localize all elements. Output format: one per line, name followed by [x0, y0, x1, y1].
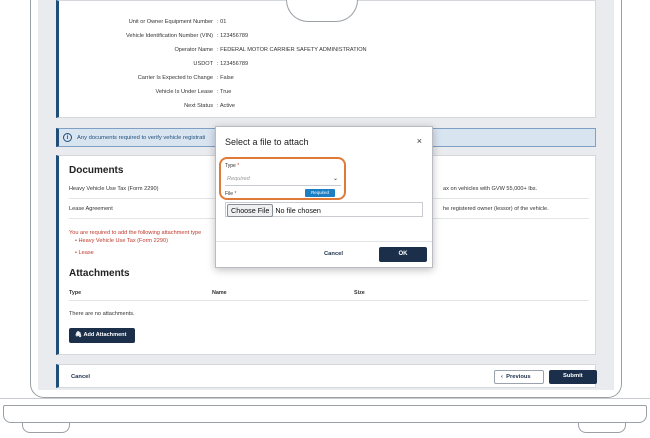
required-attachments-warning: You are required to add the following at… — [69, 230, 202, 236]
form-footer: Cancel ‹ Previous Submit — [56, 364, 597, 388]
cancel-button[interactable]: Cancel — [71, 374, 90, 380]
chevron-left-icon: ‹ — [501, 374, 503, 380]
choose-file-button[interactable]: Choose File — [227, 204, 274, 217]
laptop-foot — [578, 423, 626, 433]
close-icon[interactable]: × — [417, 136, 422, 146]
summary-value: : Active — [217, 103, 236, 109]
desk-line — [0, 398, 650, 399]
laptop-base — [3, 405, 647, 423]
document-name: Lease Agreement — [69, 206, 113, 212]
app-screen: Unit or Owner Equipment Number : 01 Vehi… — [38, 0, 614, 390]
callout-highlight — [219, 157, 346, 200]
laptop-notch — [286, 0, 358, 22]
summary-value: : 01 — [217, 19, 227, 25]
previous-button[interactable]: ‹ Previous — [494, 370, 544, 384]
summary-label: Vehicle Identification Number (VIN) — [125, 33, 213, 39]
warning-list-item: • Heavy Vehicle Use Tax (Form 2290) — [75, 238, 168, 244]
document-note: he registered owner (lessor) of the vehi… — [443, 206, 549, 212]
summary-label: Unit or Owner Equipment Number — [128, 19, 213, 25]
add-attachment-button[interactable]: 🖇 Add Attachment — [69, 328, 135, 343]
summary-value: : True — [217, 89, 232, 95]
file-status-text: No file chosen — [275, 206, 321, 215]
summary-label: Next Status — [184, 103, 213, 109]
divider — [216, 241, 432, 242]
modal-ok-button[interactable]: OK — [379, 247, 427, 262]
summary-label: USDOT — [193, 61, 213, 67]
modal-cancel-button[interactable]: Cancel — [324, 251, 343, 257]
empty-attachments-text: There are no attachments. — [69, 311, 135, 317]
info-alert-text: Any documents required to verify vehicle… — [77, 135, 206, 141]
modal-title: Select a file to attach — [225, 137, 309, 147]
documents-heading: Documents — [69, 165, 124, 176]
document-note: ax on vehicles with GVW 55,000+ lbs. — [443, 186, 538, 192]
submit-button[interactable]: Submit — [549, 370, 597, 384]
attachments-heading: Attachments — [69, 268, 130, 279]
summary-label: Operator Name — [174, 47, 213, 53]
summary-value: : 123456789 — [217, 33, 249, 39]
column-header-size: Size — [354, 290, 365, 296]
attach-file-modal: Select a file to attach × Type * Require… — [215, 126, 433, 268]
summary-label: Vehicle Is Under Lease — [155, 89, 213, 95]
divider — [69, 300, 589, 301]
info-icon: i — [63, 133, 72, 142]
document-name: Heavy Vehicle Use Tax (Form 2290) — [69, 186, 159, 192]
warning-list-item: • Lease — [75, 250, 94, 256]
column-header-name: Name — [212, 290, 227, 296]
summary-value: : 123456789 — [217, 61, 249, 67]
summary-value: : False — [217, 75, 234, 81]
summary-label: Carrier Is Expected to Change — [137, 75, 213, 81]
column-header-type: Type — [69, 290, 82, 296]
paperclip-icon: 🖇 — [75, 332, 83, 338]
laptop-foot — [22, 423, 70, 433]
summary-value: : FEDERAL MOTOR CARRIER SAFETY ADMINISTR… — [217, 47, 367, 53]
file-input[interactable]: Choose File No file chosen — [225, 202, 423, 217]
